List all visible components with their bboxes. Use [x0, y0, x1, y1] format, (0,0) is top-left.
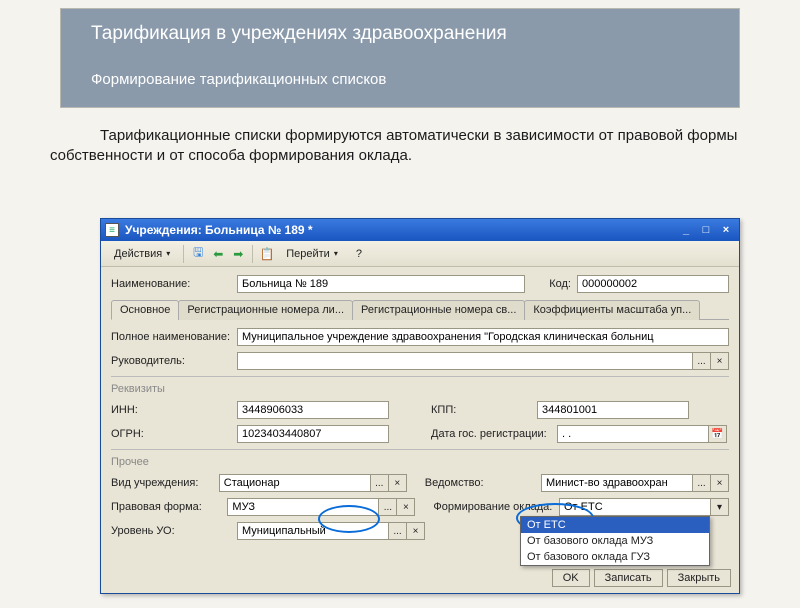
pform-clear-button[interactable]: × [397, 498, 415, 516]
name-input[interactable] [237, 275, 525, 293]
name-label: Наименование: [111, 278, 231, 290]
close-form-button[interactable]: Закрыть [667, 569, 731, 587]
help-button[interactable]: ? [349, 245, 369, 263]
kod-input[interactable] [577, 275, 729, 293]
dropdown-option-guz[interactable]: От базового оклада ГУЗ [521, 549, 709, 565]
tabs: Основное Регистрационные номера ли... Ре… [111, 299, 729, 320]
minimize-button[interactable]: _ [677, 222, 695, 238]
slide-title: Тарификация в учреждениях здравоохранени… [91, 23, 739, 45]
slide-header: Тарификация в учреждениях здравоохранени… [60, 8, 740, 108]
regdate-input[interactable] [557, 425, 709, 443]
kod-label: Код: [549, 278, 571, 290]
tab-reg-sv[interactable]: Регистрационные номера св... [352, 300, 525, 320]
vedom-input[interactable] [541, 474, 693, 492]
oklad-label: Формирование оклада: [433, 501, 553, 513]
vedom-clear-button[interactable]: × [711, 474, 729, 492]
toolbar: Действия▾ 🖫 ⬅ ➡ 📋 Перейти▾ ? [101, 241, 739, 267]
bottom-buttons: OK Записать Закрыть [552, 569, 731, 587]
uroven-label: Уровень УО: [111, 525, 231, 537]
tab-koef[interactable]: Коэффициенты масштаба уп... [524, 300, 700, 320]
oklad-dropdown[interactable]: От ЕТС От базового оклада МУЗ От базовог… [520, 516, 710, 566]
next-icon[interactable]: ➡ [230, 246, 246, 262]
vedom-select-button[interactable]: ... [693, 474, 711, 492]
pform-select-button[interactable]: ... [379, 498, 397, 516]
tab-reg-li[interactable]: Регистрационные номера ли... [178, 300, 353, 320]
pform-input[interactable] [227, 498, 379, 516]
uroven-input[interactable] [237, 522, 389, 540]
uroven-select-button[interactable]: ... [389, 522, 407, 540]
ogrn-input[interactable] [237, 425, 389, 443]
actions-menu[interactable]: Действия▾ [107, 245, 177, 263]
uroven-clear-button[interactable]: × [407, 522, 425, 540]
ok-button[interactable]: OK [552, 569, 590, 587]
vid-input[interactable] [219, 474, 371, 492]
rekvizity-heading: Реквизиты [111, 383, 729, 395]
ogrn-label: ОГРН: [111, 428, 231, 440]
head-select-button[interactable]: ... [693, 352, 711, 370]
save-toolbar-icon[interactable]: 🖫 [190, 246, 206, 262]
save-button[interactable]: Записать [594, 569, 663, 587]
oklad-dropdown-button[interactable]: ▾ [711, 498, 729, 516]
prev-icon[interactable]: ⬅ [210, 246, 226, 262]
head-input[interactable] [237, 352, 693, 370]
close-button[interactable]: × [717, 222, 735, 238]
tab-main[interactable]: Основное [111, 300, 179, 320]
inn-input[interactable] [237, 401, 389, 419]
titlebar[interactable]: Учреждения: Больница № 189 * _ □ × [101, 219, 739, 241]
kpp-input[interactable] [537, 401, 689, 419]
goto-menu[interactable]: Перейти▾ [279, 245, 345, 263]
vid-label: Вид учреждения: [111, 477, 213, 489]
app-icon [105, 223, 119, 237]
slide-subtitle: Формирование тарификационных списков [91, 71, 739, 88]
head-clear-button[interactable]: × [711, 352, 729, 370]
prochee-heading: Прочее [111, 456, 729, 468]
regdate-label: Дата гос. регистрации: [431, 428, 551, 440]
fullname-input[interactable] [237, 328, 729, 346]
window-title: Учреждения: Больница № 189 * [125, 223, 313, 237]
dropdown-option-ets[interactable]: От ЕТС [521, 517, 709, 533]
intro-text: Тарификационные списки формируются автом… [50, 126, 750, 167]
pform-label: Правовая форма: [111, 501, 221, 513]
fullname-label: Полное наименование: [111, 331, 231, 343]
kpp-label: КПП: [431, 404, 531, 416]
vedom-label: Ведомство: [425, 477, 535, 489]
oklad-input[interactable] [559, 498, 711, 516]
maximize-button[interactable]: □ [697, 222, 715, 238]
inn-label: ИНН: [111, 404, 231, 416]
form-body: Наименование: Код: Основное Регистрацион… [101, 267, 739, 554]
vid-clear-button[interactable]: × [389, 474, 407, 492]
vid-select-button[interactable]: ... [371, 474, 389, 492]
regdate-calendar-button[interactable]: 📅 [709, 425, 727, 443]
copy-icon[interactable]: 📋 [259, 246, 275, 262]
dropdown-option-muz[interactable]: От базового оклада МУЗ [521, 533, 709, 549]
head-label: Руководитель: [111, 355, 231, 367]
